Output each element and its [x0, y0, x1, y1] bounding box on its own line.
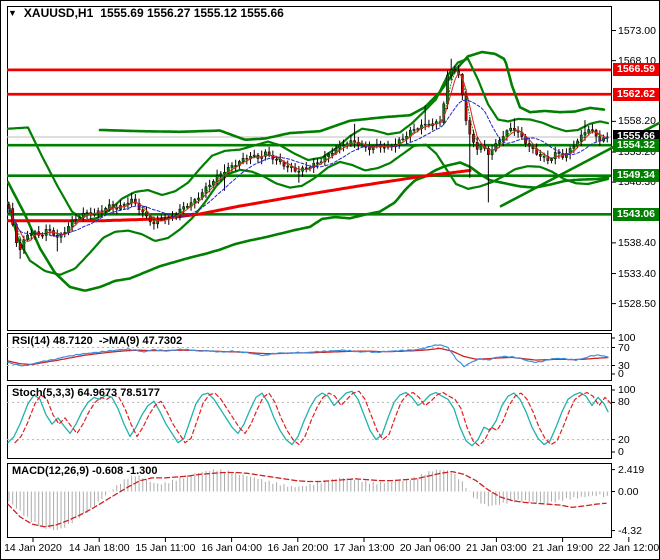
time-axis-label: 16 Jan 20:00 — [267, 542, 329, 554]
price-level-badge: 1543.06 — [613, 207, 659, 221]
price-level-badge: 1549.34 — [613, 169, 659, 183]
time-axis-label: 14 Jan 2020 — [4, 542, 62, 554]
rsi-indicator-label: RSI(14) 48.7120 ->MA(9) 47.7302 — [12, 335, 183, 347]
indicator-scale-label: 2.419 — [618, 463, 645, 476]
price-tick-label: 1533.40 — [618, 267, 656, 280]
symbol-dropdown-icon[interactable]: ▼ — [8, 6, 17, 20]
indicator-scale-label: 0 — [618, 446, 624, 458]
stoch-indicator-label: Stoch(5,3,3) 64.9673 78.5177 — [12, 387, 160, 399]
chart-title-bar: ▼ XAUUSD,H1 1555.69 1556.27 1555.12 1555… — [8, 6, 284, 20]
price-tick-label: 1538.40 — [618, 236, 656, 249]
time-axis-label: 15 Jan 11:00 — [135, 542, 196, 554]
macd-indicator-label: MACD(12,26,9) -0.608 -1.300 — [12, 465, 158, 477]
symbol-period-label: XAUUSD,H1 — [23, 6, 94, 20]
time-axis-label: 21 Jan 03:00 — [466, 542, 527, 554]
time-axis-label: 16 Jan 04:00 — [201, 542, 262, 554]
price-level-badge: 1554.32 — [613, 138, 659, 152]
indicator-scale-label: 20 — [618, 433, 630, 446]
indicator-scale-label: 70 — [618, 341, 630, 354]
indicator-scale-label: -4.32 — [618, 524, 642, 537]
price-tick-label: 1528.50 — [618, 297, 656, 310]
time-axis-label: 14 Jan 18:00 — [68, 542, 130, 554]
time-axis-label: 17 Jan 13:00 — [333, 542, 395, 554]
ohlc-values: 1555.69 1556.27 1555.12 1555.66 — [100, 6, 284, 20]
time-axis-label: 21 Jan 19:00 — [532, 542, 593, 554]
indicator-scale-label: 80 — [618, 396, 630, 409]
indicator-scale-label: 0.00 — [618, 485, 639, 498]
time-axis-label: 20 Jan 06:00 — [399, 542, 461, 554]
indicator-scale-label: 0 — [618, 368, 624, 380]
price-tick-label: 1573.00 — [618, 24, 656, 37]
trading-chart-window: ▼ XAUUSD,H1 1555.69 1556.27 1555.12 1555… — [0, 0, 660, 560]
indicator-scale-label: 100 — [618, 384, 636, 396]
price-level-badge: 1562.62 — [613, 87, 659, 101]
price-level-badge: 1566.59 — [613, 63, 659, 77]
price-tick-label: 1558.20 — [618, 115, 656, 128]
time-axis-label: 22 Jan 12:00 — [598, 542, 660, 554]
